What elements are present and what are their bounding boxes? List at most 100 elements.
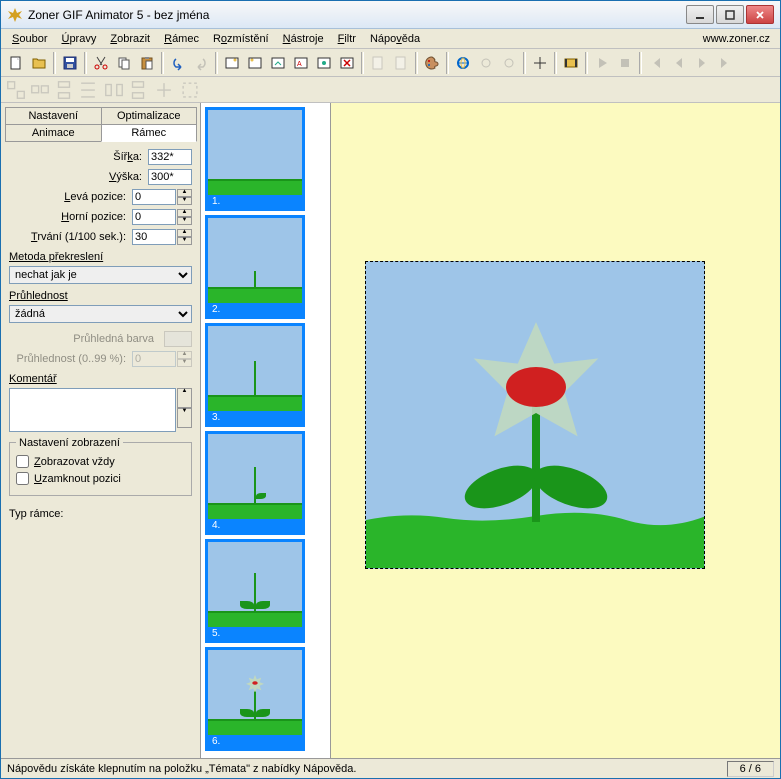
paste-icon[interactable]	[136, 52, 158, 74]
left-up[interactable]: ▲	[177, 189, 192, 197]
pct-up: ▲	[177, 351, 192, 359]
gear2-icon	[498, 52, 520, 74]
align1-icon	[5, 79, 27, 101]
trans-pct-label: Průhlednost (0..99 %):	[9, 353, 132, 365]
tab-ramec[interactable]: Rámec	[101, 124, 198, 142]
top-up[interactable]: ▲	[177, 209, 192, 217]
ie-icon[interactable]	[452, 52, 474, 74]
status-counter: 6 / 6	[727, 761, 774, 777]
menu-napoveda[interactable]: Nápověda	[363, 31, 427, 47]
prev-icon[interactable]	[668, 52, 690, 74]
top-label: Horní pozice:	[9, 211, 132, 223]
menu-zobrazit[interactable]: Zobrazit	[103, 31, 157, 47]
tab-animace[interactable]: Animace	[5, 124, 102, 142]
crop-icon	[179, 79, 201, 101]
redraw-label: Metoda překreslení	[9, 251, 192, 263]
top-input[interactable]	[132, 209, 176, 225]
open-icon[interactable]	[28, 52, 50, 74]
frame-1[interactable]: 1.	[205, 107, 305, 211]
stop-icon[interactable]	[614, 52, 636, 74]
frame-3[interactable]: 3.	[205, 323, 305, 427]
comment-down[interactable]: ▼	[177, 408, 192, 428]
frame4-icon[interactable]: A	[290, 52, 312, 74]
trans-color-button	[164, 331, 192, 347]
url-link[interactable]: www.zoner.cz	[703, 33, 776, 45]
gear1-icon	[475, 52, 497, 74]
frame3-icon[interactable]	[267, 52, 289, 74]
height-input[interactable]	[148, 169, 192, 185]
left-label: Levá pozice:	[9, 191, 132, 203]
comment-label: Komentář	[9, 373, 192, 385]
frame2-icon[interactable]	[244, 52, 266, 74]
copy-icon[interactable]	[113, 52, 135, 74]
frame5-icon[interactable]	[313, 52, 335, 74]
frame-2[interactable]: 2.	[205, 215, 305, 319]
new-icon[interactable]	[5, 52, 27, 74]
frame1-icon[interactable]	[221, 52, 243, 74]
menu-soubor[interactable]: Soubor	[5, 31, 54, 47]
last-icon[interactable]	[714, 52, 736, 74]
frame-6[interactable]: 6.	[205, 647, 305, 751]
frametype-label: Typ rámce:	[9, 508, 192, 520]
status-text: Nápovědu získáte klepnutím na položku „T…	[7, 763, 727, 775]
redraw-select[interactable]: nechat jak je	[9, 266, 192, 284]
frame-5[interactable]: 5.	[205, 539, 305, 643]
frame-list[interactable]: 1. 2. 3. 4. 5. 6.	[201, 103, 331, 758]
spread1-icon	[103, 79, 125, 101]
lock-checkbox[interactable]	[16, 472, 29, 485]
trans-pct-input	[132, 351, 176, 367]
duration-input[interactable]	[132, 229, 176, 245]
menu-rozmisteni[interactable]: Rozmístění	[206, 31, 276, 47]
comment-up[interactable]: ▲	[177, 388, 192, 408]
trans-select[interactable]: žádná	[9, 305, 192, 323]
doc2-icon	[390, 52, 412, 74]
palette-icon[interactable]	[421, 52, 443, 74]
cut-icon[interactable]	[90, 52, 112, 74]
size1-icon	[153, 79, 175, 101]
align3-icon	[53, 79, 75, 101]
redo-icon[interactable]	[190, 52, 212, 74]
canvas-area[interactable]	[331, 103, 780, 758]
align4-icon	[77, 79, 99, 101]
minimize-button[interactable]	[686, 5, 714, 24]
dur-up[interactable]: ▲	[177, 229, 192, 237]
width-label: Šířka:	[9, 151, 148, 163]
doc1-icon	[367, 52, 389, 74]
crosshair-icon[interactable]	[529, 52, 551, 74]
top-down[interactable]: ▼	[177, 217, 192, 225]
always-checkbox[interactable]	[16, 455, 29, 468]
always-label: Zobrazovat vždy	[34, 456, 115, 468]
tab-nastaveni[interactable]: Nastavení	[5, 107, 102, 125]
display-legend: Nastavení zobrazení	[16, 437, 123, 449]
next-icon[interactable]	[691, 52, 713, 74]
undo-icon[interactable]	[167, 52, 189, 74]
frame-4[interactable]: 4.	[205, 431, 305, 535]
app-icon	[7, 7, 23, 23]
svg-text:A: A	[297, 61, 302, 68]
height-label: Výška:	[9, 171, 148, 183]
frame-del-icon[interactable]	[336, 52, 358, 74]
maximize-button[interactable]	[716, 5, 744, 24]
spread2-icon	[127, 79, 149, 101]
save-icon[interactable]	[59, 52, 81, 74]
movie-icon[interactable]	[560, 52, 582, 74]
menu-upravy[interactable]: Úpravy	[54, 31, 103, 47]
pct-down: ▼	[177, 359, 192, 367]
width-input[interactable]	[148, 149, 192, 165]
left-input[interactable]	[132, 189, 176, 205]
dur-down[interactable]: ▼	[177, 237, 192, 245]
first-icon[interactable]	[645, 52, 667, 74]
lock-label: Uzamknout pozici	[34, 473, 121, 485]
tab-optimalizace[interactable]: Optimalizace	[101, 107, 198, 125]
canvas-frame[interactable]	[365, 261, 705, 569]
play-icon[interactable]	[591, 52, 613, 74]
menu-nastroje[interactable]: Nástroje	[276, 31, 331, 47]
close-button[interactable]	[746, 5, 774, 24]
comment-textarea[interactable]	[9, 388, 176, 432]
window-title: Zoner GIF Animator 5 - bez jména	[28, 8, 686, 22]
align2-icon	[29, 79, 51, 101]
menu-ramec[interactable]: Rámec	[157, 31, 206, 47]
left-down[interactable]: ▼	[177, 197, 192, 205]
trans-color-label: Průhledná barva	[9, 333, 160, 345]
menu-filtr[interactable]: Filtr	[331, 31, 363, 47]
